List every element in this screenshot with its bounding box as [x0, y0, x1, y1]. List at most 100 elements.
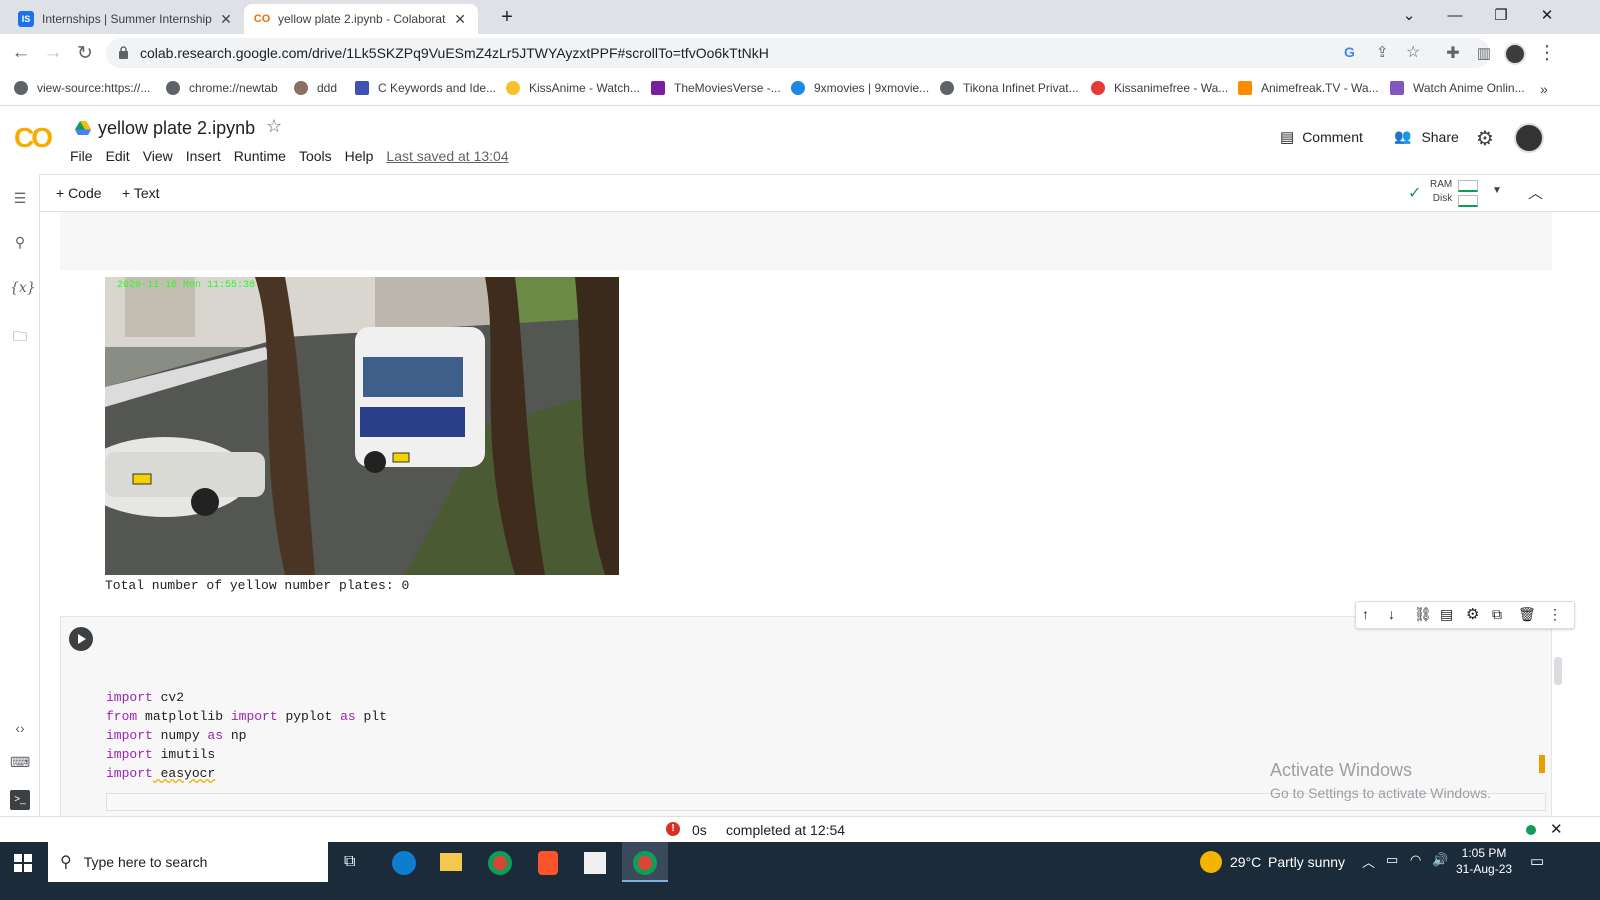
- active-chrome-task[interactable]: [622, 842, 668, 882]
- close-status-icon[interactable]: ✕: [1550, 820, 1563, 838]
- comment-cell-icon[interactable]: ▤: [1440, 606, 1453, 623]
- search-icon[interactable]: ⚲: [10, 234, 30, 254]
- menu-runtime[interactable]: Runtime: [234, 148, 286, 164]
- share-button[interactable]: 👥 Share: [1394, 128, 1459, 145]
- weather-temp[interactable]: 29°C: [1230, 854, 1261, 870]
- tab-search-chevron-icon[interactable]: ⌄: [1386, 0, 1432, 30]
- tab-close-icon[interactable]: ✕: [218, 11, 234, 28]
- window-close-icon[interactable]: ✕: [1524, 0, 1570, 30]
- bookmark-item[interactable]: C Keywords and Ide...: [355, 81, 496, 95]
- run-cell-button[interactable]: [69, 627, 93, 651]
- completion-status[interactable]: completed at 12:54: [726, 822, 845, 838]
- notifications-icon[interactable]: ▭: [1530, 852, 1544, 870]
- previous-cell[interactable]: [60, 212, 1552, 270]
- colab-logo[interactable]: CO: [14, 122, 53, 154]
- browser-profile-avatar[interactable]: [1504, 43, 1526, 65]
- cell-settings-icon[interactable]: ⚙: [1466, 605, 1479, 623]
- notebook-title[interactable]: yellow plate 2.ipynb: [98, 118, 255, 139]
- bookmark-item[interactable]: TheMoviesVerse -...: [651, 81, 781, 95]
- add-text-button[interactable]: + Text: [122, 185, 160, 201]
- battery-icon[interactable]: ▭: [1386, 852, 1398, 868]
- restore-icon[interactable]: ❐: [1478, 0, 1524, 30]
- mirror-cell-icon[interactable]: ⧉: [1492, 606, 1502, 623]
- resource-monitor[interactable]: RAM Disk: [1430, 178, 1452, 206]
- back-icon[interactable]: ←: [8, 40, 34, 66]
- extensions-icon[interactable]: ✚: [1440, 40, 1466, 66]
- bookmark-item[interactable]: 9xmovies | 9xmovie...: [791, 81, 929, 95]
- files-folder-icon[interactable]: 🗀: [10, 326, 30, 346]
- tab-close-icon[interactable]: ✕: [452, 11, 468, 28]
- file-explorer-icon[interactable]: [440, 853, 462, 871]
- volume-icon[interactable]: 🔊: [1432, 852, 1448, 868]
- link-icon[interactable]: ⛓: [1414, 606, 1432, 623]
- url-text[interactable]: colab.research.google.com/drive/1Lk5SKZP…: [140, 45, 769, 61]
- collapse-header-icon[interactable]: ︿: [1528, 182, 1543, 203]
- menu-view[interactable]: View: [143, 148, 173, 164]
- code-input-line[interactable]: [106, 793, 1546, 811]
- bookmark-item[interactable]: chrome://newtab: [166, 81, 278, 95]
- runtime-dropdown-icon[interactable]: ▼: [1492, 185, 1502, 196]
- table-of-contents-icon[interactable]: ☰: [10, 190, 30, 210]
- more-bookmarks-icon[interactable]: »: [1540, 81, 1548, 97]
- menu-tools[interactable]: Tools: [299, 148, 332, 164]
- code-cell[interactable]: import cv2 from matplotlib import pyplot…: [60, 616, 1552, 836]
- forward-icon[interactable]: →: [40, 40, 66, 66]
- new-tab-icon[interactable]: +: [484, 2, 530, 32]
- delete-icon[interactable]: 🗑: [1518, 606, 1536, 623]
- minimize-icon[interactable]: —: [1432, 0, 1478, 30]
- bookmark-item[interactable]: KissAnime - Watch...: [506, 81, 640, 95]
- menu-file[interactable]: File: [70, 148, 93, 164]
- tab-internships[interactable]: IS Internships | Summer Internship 2 ✕: [8, 4, 244, 34]
- terminal-icon[interactable]: >_: [10, 790, 30, 810]
- code-editor[interactable]: import cv2 from matplotlib import pyplot…: [106, 688, 387, 783]
- windows-start-icon[interactable]: [14, 854, 32, 872]
- comment-button[interactable]: ▤ Comment: [1280, 128, 1363, 146]
- scrollbar-thumb[interactable]: [1554, 657, 1562, 685]
- menu-help[interactable]: Help: [345, 148, 374, 164]
- browser-menu-icon[interactable]: ⋮: [1534, 40, 1560, 66]
- move-up-icon[interactable]: ↑: [1362, 606, 1369, 622]
- bookmark-item[interactable]: Animefreak.TV - Wa...: [1238, 81, 1379, 95]
- execution-duration[interactable]: 0s: [692, 822, 707, 838]
- task-view-icon[interactable]: ⧉: [344, 853, 355, 871]
- more-options-icon[interactable]: ⋮: [1548, 606, 1562, 623]
- menu-insert[interactable]: Insert: [186, 148, 221, 164]
- variables-icon[interactable]: {x}: [10, 280, 36, 300]
- bookmark-star-icon[interactable]: ☆: [1406, 42, 1420, 62]
- bookmark-item[interactable]: Watch Anime Onlin...: [1390, 81, 1525, 95]
- move-down-icon[interactable]: ↓: [1388, 606, 1395, 622]
- weather-desc[interactable]: Partly sunny: [1268, 854, 1345, 870]
- star-icon[interactable]: ☆: [266, 116, 282, 137]
- bookmarks-bar: view-source:https://... chrome://newtab …: [0, 72, 1600, 106]
- output-text: Total number of yellow number plates: 0: [105, 578, 410, 593]
- side-panel-icon[interactable]: ▥: [1471, 40, 1497, 66]
- google-lens-icon[interactable]: G: [1344, 44, 1355, 60]
- command-palette-icon[interactable]: ⌨: [10, 754, 30, 774]
- share-page-icon[interactable]: ⇪: [1376, 43, 1389, 61]
- connected-check-icon: ✓: [1408, 185, 1422, 202]
- notebook-toolbar: + Code + Text ✓ RAM Disk ▼ ︿: [40, 174, 1600, 212]
- bookmark-item[interactable]: Tikona Infinet Privat...: [940, 81, 1079, 95]
- tray-chevron-icon[interactable]: ︿: [1362, 852, 1375, 871]
- add-code-button[interactable]: + Code: [56, 185, 102, 201]
- wifi-icon[interactable]: ◠: [1410, 852, 1421, 868]
- chrome-icon[interactable]: [488, 851, 512, 875]
- bookmark-item[interactable]: view-source:https://...: [14, 81, 150, 95]
- taskbar-search-box[interactable]: ⚲ Type here to search: [48, 842, 328, 882]
- menu-edit[interactable]: Edit: [106, 148, 130, 164]
- reload-icon[interactable]: ↻: [72, 40, 98, 66]
- bookmark-item[interactable]: ddd: [294, 81, 337, 95]
- bookmark-item[interactable]: Kissanimefree - Wa...: [1091, 81, 1228, 95]
- address-bar[interactable]: colab.research.google.com/drive/1Lk5SKZP…: [106, 38, 1490, 68]
- user-avatar[interactable]: [1514, 123, 1544, 153]
- notebook-content: 2020-11-16 Mon 11:55:38 Total number of …: [40, 212, 1600, 836]
- tab-colab[interactable]: CO yellow plate 2.ipynb - Colaborato ✕: [244, 4, 478, 34]
- code-line: from matplotlib import pyplot as plt: [106, 709, 387, 724]
- edge-icon[interactable]: [392, 851, 416, 875]
- clock[interactable]: 1:05 PM 31-Aug-23: [1456, 845, 1512, 877]
- code-snippets-icon[interactable]: ‹›: [10, 720, 30, 740]
- settings-gear-icon[interactable]: ⚙: [1476, 126, 1494, 151]
- store-icon[interactable]: [584, 852, 606, 874]
- last-saved-link[interactable]: Last saved at 13:04: [386, 148, 508, 164]
- brave-icon[interactable]: [538, 851, 558, 875]
